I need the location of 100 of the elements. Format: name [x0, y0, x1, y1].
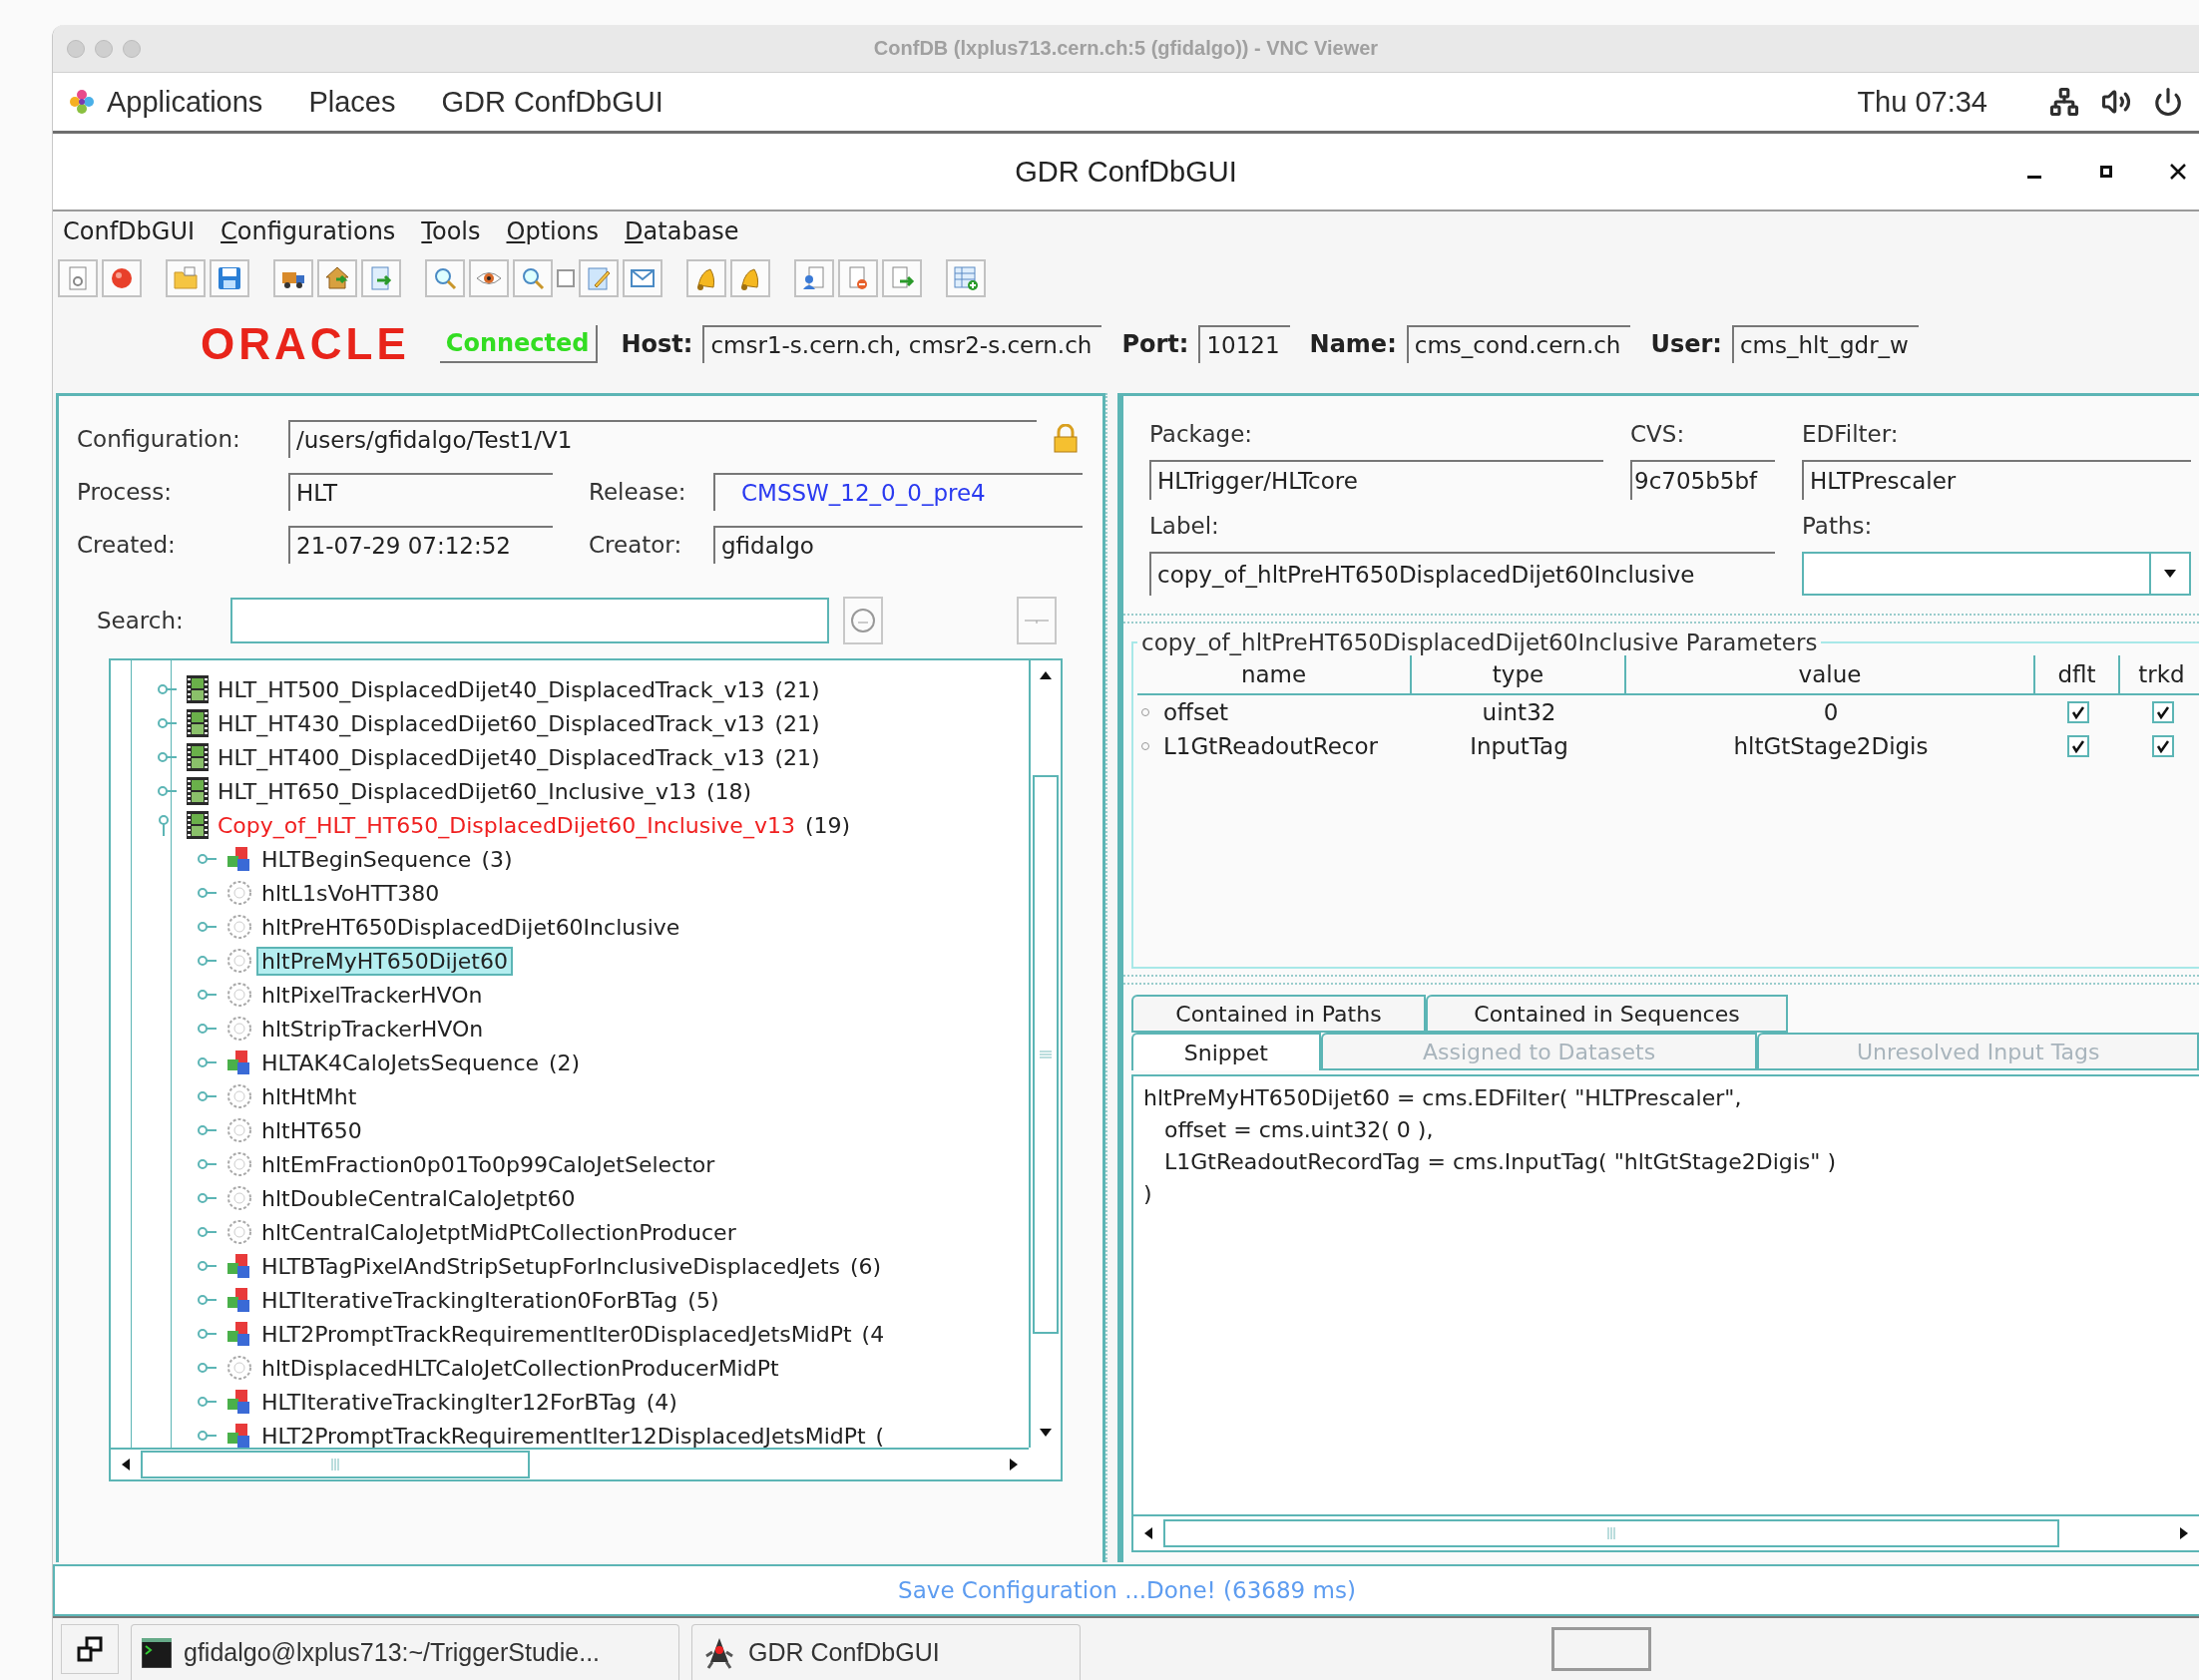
column-header[interactable]: type: [1412, 655, 1626, 695]
tree-node-label[interactable]: hltStripTrackerHVOn: [258, 1016, 487, 1042]
column-header[interactable]: dflt: [2035, 655, 2120, 695]
tab[interactable]: Snippet: [1131, 1033, 1321, 1070]
code-line: L1GtReadoutRecordTag = cms.InputTag( "hltGtStage2Digis" ): [1162, 1148, 1837, 1176]
window-control-dot[interactable]: [95, 39, 113, 58]
menu-item[interactable]: Database: [625, 217, 739, 245]
expand-handle[interactable]: [197, 1056, 219, 1068]
expand-handle[interactable]: [197, 1023, 219, 1035]
tool-button[interactable]: [1017, 597, 1057, 644]
flower-icon: [69, 89, 95, 115]
volume-icon[interactable]: [2101, 87, 2131, 117]
connection-field: 10121: [1198, 325, 1290, 363]
creator-field: gfidalgo: [713, 525, 1083, 564]
tree-node-label[interactable]: hltEmFraction0p01To0p99CaloJetSelector: [258, 1151, 718, 1177]
taskbar-button[interactable]: GDR ConfDbGUI: [691, 1624, 1081, 1680]
tree-node-label[interactable]: HLT2PromptTrackRequirementIter0DisplacedJetsMidPt: [258, 1321, 855, 1347]
checkbox[interactable]: [2151, 701, 2174, 723]
checkbox[interactable]: [2151, 735, 2174, 757]
tree-node-label[interactable]: HLT_HT500_DisplacedDijet40_DisplacedTrack_v13: [215, 676, 768, 702]
tree-node-label[interactable]: hltHT650: [258, 1117, 365, 1143]
table-cell: L1GtReadoutRecor: [1163, 733, 1379, 759]
tree-node-label[interactable]: HLTBeginSequence: [258, 846, 475, 872]
tree-node-label[interactable]: HLT2PromptTrackRequirementIter12DisplacedJetsMidPt: [258, 1423, 869, 1448]
expand-handle[interactable]: [197, 989, 219, 1001]
expand-handle[interactable]: [197, 1090, 219, 1102]
top-bar-menu[interactable]: Applications: [107, 85, 263, 119]
tree-node-label[interactable]: HLTBTagPixelAndStripSetupForInclusiveDisplacedJets: [258, 1253, 843, 1279]
tree-node-label[interactable]: hltL1sVoHTT380: [258, 880, 443, 906]
power-icon[interactable]: [2153, 87, 2183, 117]
tree-node-label[interactable]: hltPreHT650DisplacedDijet60Inclusive: [258, 914, 683, 940]
tree-node-label[interactable]: hltPreMyHT650Dijet60: [258, 948, 511, 974]
taskbar-button[interactable]: gfidalgo@lxplus713:~/TriggerStudie...: [131, 1624, 679, 1680]
checkbox[interactable]: [2066, 735, 2089, 757]
tree-node-label[interactable]: HLTIterativeTrackingIter12ForBTag: [258, 1389, 640, 1415]
splitter-bar[interactable]: [1123, 614, 2199, 624]
scrollbar-thumb[interactable]: [1163, 1519, 2059, 1547]
expand-handle[interactable]: [197, 1124, 219, 1136]
expand-handle[interactable]: [197, 1260, 219, 1272]
menu-item[interactable]: Options: [506, 217, 600, 245]
expand-handle[interactable]: [197, 1430, 219, 1442]
checkmark-icon: [2070, 739, 2085, 753]
window-control-dot[interactable]: [123, 39, 141, 58]
top-bar-menu[interactable]: Places: [308, 85, 396, 119]
expand-handle[interactable]: [197, 1396, 219, 1408]
expand-handle[interactable]: [197, 955, 219, 967]
expand-handle[interactable]: [197, 1226, 219, 1238]
expand-handle[interactable]: [197, 1294, 219, 1306]
menu-item[interactable]: Tools: [421, 217, 481, 245]
column-header[interactable]: name: [1137, 655, 1412, 695]
network-icon[interactable]: [2049, 87, 2079, 117]
splitter-bar[interactable]: [1123, 975, 2199, 985]
expand-handle[interactable]: [197, 1158, 219, 1170]
scrollbar-thumb[interactable]: [141, 1451, 530, 1478]
field-label: CVS:: [1630, 420, 1686, 449]
created-field: 21-07-29 07:12:52: [288, 525, 553, 564]
vendor-logo: ORACLE: [201, 319, 410, 369]
expand-handle[interactable]: [157, 717, 179, 729]
expand-handle[interactable]: [197, 887, 219, 899]
show-desktop-button[interactable]: [61, 1624, 119, 1674]
tree-node-label[interactable]: Copy_of_HLT_HT650_DisplacedDijet60_Inclusive_v13: [215, 812, 798, 838]
label-field[interactable]: copy_of_hltPreHT650DisplacedDijet60Inclusive: [1149, 552, 1775, 596]
menu-item[interactable]: Configurations: [220, 217, 396, 245]
tab[interactable]: Contained in Sequences: [1426, 995, 1788, 1033]
minimize-icon: [2027, 175, 2041, 179]
scrollbar-thumb[interactable]: [1033, 774, 1059, 1334]
document-export-icon: [889, 265, 915, 291]
clock[interactable]: Thu 07:34: [1857, 85, 1987, 119]
search-icon: [520, 265, 546, 291]
expand-handle[interactable]: [157, 751, 179, 763]
window-control-dot[interactable]: [67, 39, 85, 58]
tree-node-label[interactable]: hltHtMht: [258, 1083, 360, 1109]
expand-handle[interactable]: [197, 1192, 219, 1204]
workspace-switcher[interactable]: [1551, 1627, 1651, 1671]
tab[interactable]: Contained in Paths: [1131, 995, 1426, 1033]
expand-handle[interactable]: [197, 1328, 219, 1340]
search-field[interactable]: [230, 598, 829, 643]
expand-handle[interactable]: [157, 683, 179, 695]
toolbar-button[interactable]: [273, 259, 313, 297]
tree-node-label[interactable]: hltDisplacedHLTCaloJetCollectionProducerMidPt: [258, 1355, 782, 1381]
checkbox[interactable]: [2066, 701, 2089, 723]
tree-node-label[interactable]: hltCentralCaloJetptMidPtCollectionProducer: [258, 1219, 739, 1245]
menu-item[interactable]: ConfDbGUI: [63, 217, 196, 245]
tree-node-label[interactable]: hltDoubleCentralCaloJetpt60: [258, 1185, 579, 1211]
search-button[interactable]: [843, 597, 883, 644]
top-bar-menu[interactable]: GDR ConfDbGUI: [441, 85, 663, 119]
checkmark-icon: [2070, 705, 2085, 719]
cubes-icon: [226, 1389, 252, 1415]
tree-node-label[interactable]: HLT_HT430_DisplacedDijet60_DisplacedTrack_v13: [215, 710, 768, 736]
tree-node-label[interactable]: HLTIterativeTrackingIteration0ForBTag: [258, 1287, 681, 1313]
expand-handle[interactable]: [197, 853, 219, 865]
expand-handle[interactable]: [197, 921, 219, 933]
column-header[interactable]: value: [1626, 655, 2035, 695]
tree-node-label[interactable]: HLTAK4CaloJetsSequence: [258, 1050, 543, 1075]
tree-node-label[interactable]: HLT_HT400_DisplacedDijet40_DisplacedTrack_v13: [215, 744, 768, 770]
tree-node-label[interactable]: hltPixelTrackerHVOn: [258, 982, 486, 1008]
column-header[interactable]: trkd: [2120, 655, 2199, 695]
expand-handle[interactable]: [157, 785, 179, 797]
tree-node-label[interactable]: HLT_HT650_DisplacedDijet60_Inclusive_v13: [215, 778, 699, 804]
expand-handle[interactable]: [197, 1362, 219, 1374]
